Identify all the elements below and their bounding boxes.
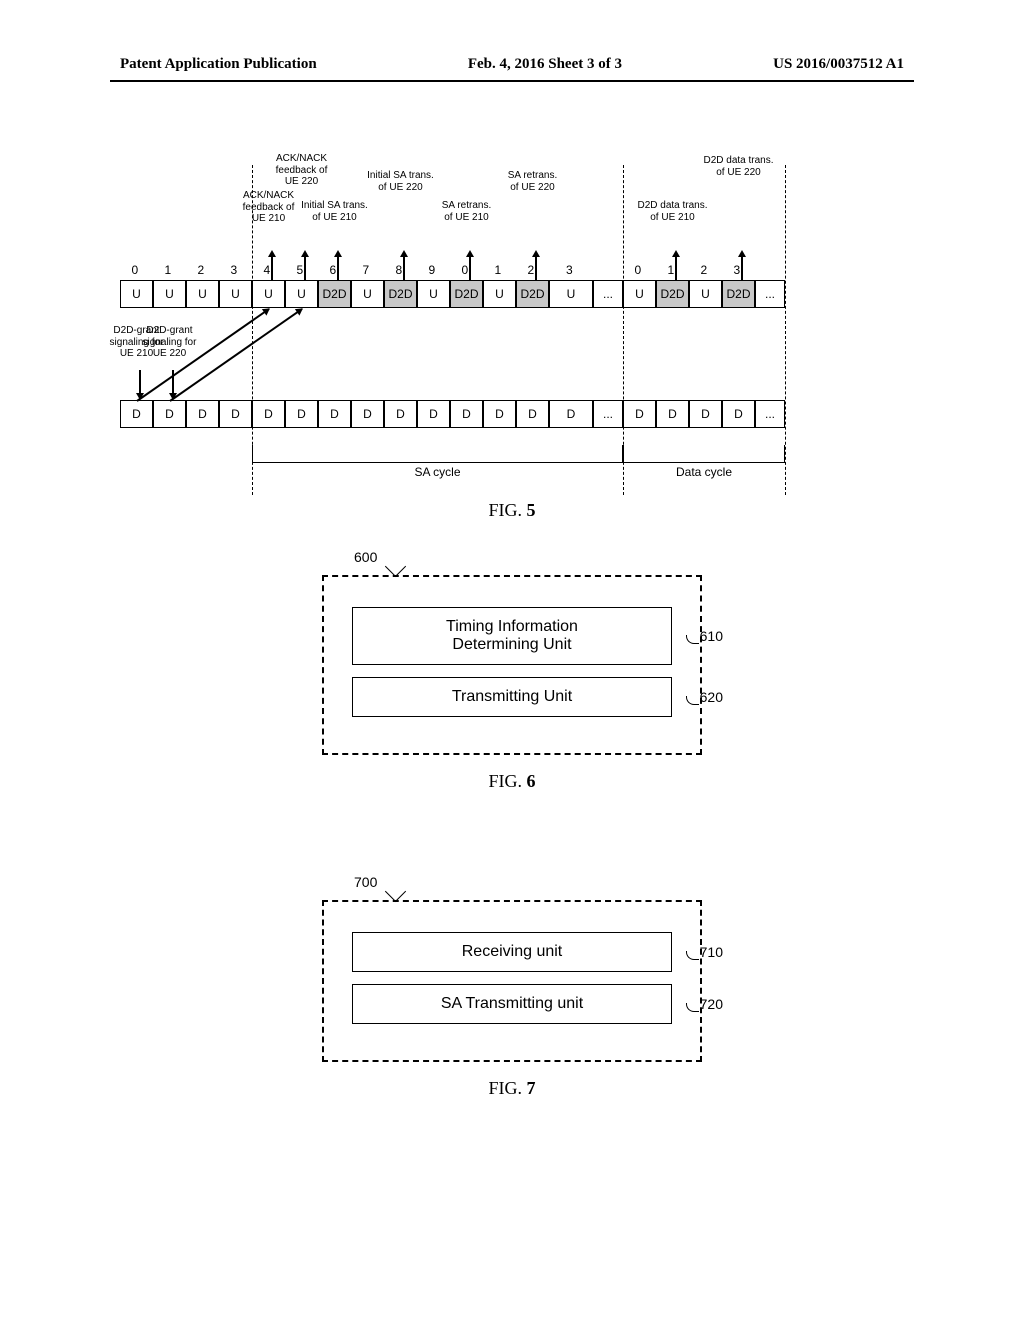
uplink-cell: U [120,280,153,308]
downlink-cell: D [186,400,219,428]
uplink-cell: U [219,280,252,308]
figure-6-caption: FIG. 6 [322,771,702,792]
guide-end [785,165,786,495]
uplink-cell: U [351,280,384,308]
uplink-cell: U [252,280,285,308]
annotation-initSA210: Initial SA trans. of UE 210 [295,200,375,223]
uplink-cell: U [186,280,219,308]
subframe-index: 0 [132,263,139,277]
figure-5-diagram: UUUUUUD2DUD2DUD2DUD2DU...UD2DUD2D...0123… [120,165,900,505]
downlink-cell: D [689,400,722,428]
sa-cycle-brace-label: SA cycle [252,465,623,479]
subframe-index: 7 [363,263,370,277]
uplink-d2d-cell: D2D [516,280,549,308]
subframe-index: 2 [198,263,205,277]
uplink-cell: ... [593,280,623,308]
down-arrow-icon [132,370,142,400]
downlink-cell: D [450,400,483,428]
up-arrow-icon [462,250,472,280]
annotation-reSA220: SA retrans. of UE 220 [493,170,573,193]
annotation-grant220: D2D-grant signaling for UE 220 [137,325,203,360]
downlink-cell: D [252,400,285,428]
subframe-index: 3 [231,263,238,277]
header-left: Patent Application Publication [120,56,317,73]
downlink-cell: D [549,400,593,428]
uplink-d2d-cell: D2D [384,280,417,308]
up-arrow-icon [528,250,538,280]
downlink-cell: D [153,400,186,428]
annotation-ack220: ACK/NACK feedback of UE 220 [262,153,342,188]
data-cycle-brace [623,445,785,463]
uplink-d2d-cell: D2D [450,280,483,308]
downlink-cell: D [417,400,450,428]
uplink-cell: U [417,280,450,308]
downlink-cell: D [120,400,153,428]
up-arrow-icon [297,250,307,280]
downlink-cell: D [656,400,689,428]
up-arrow-icon [330,250,340,280]
up-arrow-icon [668,250,678,280]
sa-cycle-brace [252,445,623,463]
uplink-d2d-cell: D2D [722,280,755,308]
annotation-initSA220: Initial SA trans. of UE 220 [361,170,441,193]
figure-7: 700 Receiving unit 710 SA Transmitting u… [0,900,1024,1099]
unit-sa-transmitting: SA Transmitting unit 720 [352,984,672,1024]
subframe-index: 0 [635,263,642,277]
annotation-reSA210: SA retrans. of UE 210 [427,200,507,223]
figure-6-container: Timing Information Determining Unit 610 … [322,575,702,755]
annotation-data220: D2D data trans. of UE 220 [699,155,779,178]
up-arrow-icon [264,250,274,280]
figure-7-ref: 700 [354,874,377,890]
up-arrow-icon [396,250,406,280]
header-right: US 2016/0037512 A1 [773,56,904,73]
unit-receiving: Receiving unit 710 [352,932,672,972]
downlink-cell: D [318,400,351,428]
downlink-cell: D [351,400,384,428]
annotation-data210: D2D data trans. of UE 210 [633,200,713,223]
uplink-d2d-cell: D2D [318,280,351,308]
figure-6-ref: 600 [354,549,377,565]
downlink-cell: D [516,400,549,428]
subframe-index: 9 [429,263,436,277]
uplink-cell: U [483,280,516,308]
downlink-cell: ... [593,400,623,428]
header-rule [110,80,914,82]
up-arrow-icon [734,250,744,280]
page-header: Patent Application Publication Feb. 4, 2… [0,56,1024,73]
subframe-index: 3 [566,263,573,277]
downlink-cell: D [285,400,318,428]
unit-transmitting: Transmitting Unit 620 [352,677,672,717]
subframe-index: 1 [495,263,502,277]
uplink-d2d-cell: D2D [656,280,689,308]
unit-timing-information: Timing Information Determining Unit 610 [352,607,672,665]
downlink-cell: ... [755,400,785,428]
downlink-cell: D [219,400,252,428]
uplink-cell: ... [755,280,785,308]
downlink-cell: D [483,400,516,428]
uplink-cell: U [285,280,318,308]
uplink-cell: U [689,280,722,308]
uplink-cell: U [623,280,656,308]
uplink-cell: U [153,280,186,308]
uplink-cell: U [549,280,593,308]
subframe-index: 1 [165,263,172,277]
downlink-cell: D [384,400,417,428]
downlink-cell: D [722,400,755,428]
subframe-index: 2 [701,263,708,277]
header-center: Feb. 4, 2016 Sheet 3 of 3 [468,56,622,73]
downlink-cell: D [623,400,656,428]
figure-5-caption: FIG. 5 [0,500,1024,521]
figure-6: 600 Timing Information Determining Unit … [0,575,1024,792]
figure-7-container: Receiving unit 710 SA Transmitting unit … [322,900,702,1062]
figure-7-caption: FIG. 7 [322,1078,702,1099]
data-cycle-brace-label: Data cycle [623,465,785,479]
